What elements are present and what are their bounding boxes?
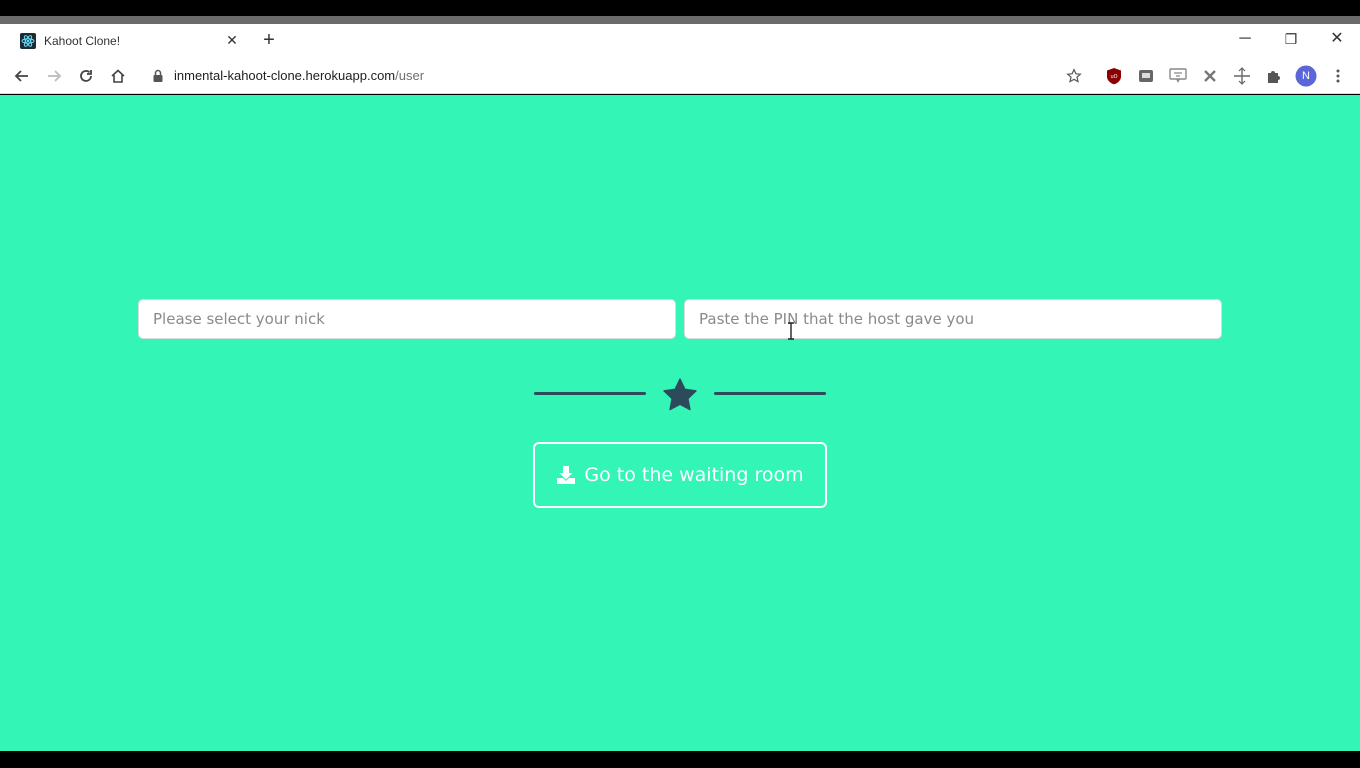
browser-toolbar: inmental-kahoot-clone.herokuapp.com/user… <box>0 58 1360 94</box>
tab-strip: Kahoot Clone! ✕ + ─ ❐ ✕ <box>0 24 1360 58</box>
go-to-waiting-room-button[interactable]: Go to the waiting room <box>533 442 827 508</box>
screen-top-border <box>0 0 1360 16</box>
extension-icon[interactable] <box>1231 65 1253 87</box>
ublock-icon[interactable]: uO <box>1103 65 1125 87</box>
divider-line-right <box>714 392 826 395</box>
tab-title: Kahoot Clone! <box>44 34 121 48</box>
window-frame-top <box>0 16 1360 24</box>
extension-icon[interactable] <box>1167 65 1189 87</box>
puzzle-icon[interactable] <box>1263 65 1285 87</box>
lock-icon[interactable] <box>152 69 164 83</box>
tab-close-icon[interactable]: ✕ <box>224 30 240 50</box>
back-icon[interactable] <box>10 64 34 88</box>
nick-input[interactable] <box>138 299 676 339</box>
address-bar[interactable]: inmental-kahoot-clone.herokuapp.com/user <box>174 68 424 83</box>
window-close-icon[interactable]: ✕ <box>1326 28 1348 50</box>
text-cursor-icon <box>786 322 796 340</box>
reload-icon[interactable] <box>74 64 98 88</box>
restore-icon[interactable]: ❐ <box>1280 28 1302 50</box>
react-logo-icon <box>20 33 36 49</box>
forward-icon[interactable] <box>42 64 66 88</box>
pin-input[interactable] <box>684 299 1222 339</box>
star-icon <box>662 378 698 412</box>
kebab-menu-icon[interactable] <box>1327 65 1349 87</box>
divider-line-left <box>534 392 646 395</box>
bookmark-star-icon[interactable] <box>1063 65 1085 87</box>
url-host: inmental-kahoot-clone.herokuapp.com <box>174 68 396 83</box>
minimize-icon[interactable]: ─ <box>1234 28 1256 50</box>
go-button-label: Go to the waiting room <box>584 464 804 486</box>
profile-avatar[interactable]: N <box>1295 65 1317 87</box>
profile-initial: N <box>1302 70 1310 82</box>
url-path: /user <box>395 68 425 83</box>
screen-bottom-border <box>0 751 1360 768</box>
tab-kahoot-clone[interactable]: Kahoot Clone! ✕ <box>8 24 248 58</box>
extension-icon[interactable] <box>1135 65 1157 87</box>
svg-text:uO: uO <box>1110 74 1117 80</box>
new-tab-button[interactable]: + <box>258 29 280 51</box>
home-icon[interactable] <box>106 64 130 88</box>
page-viewport: Go to the waiting room <box>0 95 1360 751</box>
download-icon <box>556 465 576 485</box>
extension-icon[interactable] <box>1199 65 1221 87</box>
